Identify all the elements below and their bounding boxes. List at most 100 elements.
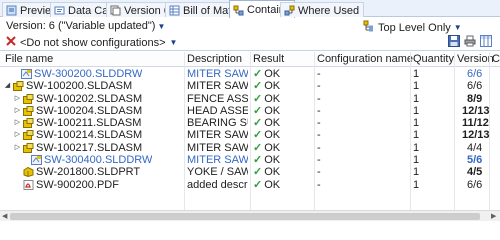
table-row[interactable]: ▷ SW-100217.SLDASM MITER SAW BA... ✓OK -… bbox=[0, 142, 500, 154]
column-file-name[interactable]: File name bbox=[5, 53, 53, 65]
save-icon[interactable] bbox=[448, 35, 460, 47]
columns-icon[interactable] bbox=[480, 35, 492, 47]
tab-where-used[interactable]: Where Used bbox=[280, 2, 365, 17]
version-dropdown[interactable]: Version: 6 ("Variable updated") ▼ bbox=[6, 20, 165, 32]
configuration-cell: - bbox=[317, 117, 321, 130]
scrollbar-thumb[interactable] bbox=[10, 213, 480, 220]
quantity-cell: 1 bbox=[413, 154, 420, 167]
version-cell: 4/5 bbox=[467, 166, 483, 179]
table-row[interactable]: SW-201800.SLDPRT YOKE / SAW PIV... ✓OK -… bbox=[0, 166, 500, 178]
file-name: SW-100217.SLDASM bbox=[36, 141, 143, 154]
table-row[interactable]: ▷ SW-100214.SLDASM MITER SAW TA... ✓OK -… bbox=[0, 129, 500, 141]
file-name: SW-100204.SLDASM bbox=[36, 104, 143, 117]
description-cell: MITER SAW ASS... bbox=[187, 68, 248, 80]
assembly-file-icon bbox=[23, 142, 34, 153]
result-cell: ✓ OK bbox=[253, 154, 280, 166]
description-cell: MITER SAW TA... bbox=[187, 129, 248, 142]
expand-icon[interactable]: ▷ bbox=[14, 129, 21, 141]
result-text: OK bbox=[264, 154, 281, 167]
scroll-left-icon[interactable]: ◀ bbox=[2, 212, 7, 220]
configuration-dropdown[interactable]: <Do not show configurations> ▼ bbox=[6, 36, 177, 49]
column-extra[interactable]: Ch bbox=[492, 53, 500, 65]
description-cell: FENCE ASSEMB... bbox=[187, 92, 248, 105]
table-row[interactable]: SW-900200.PDF added descripti... ✓OK - 1… bbox=[0, 179, 500, 191]
view-mode-dropdown[interactable]: Top Level Only ▼ bbox=[363, 20, 462, 35]
table-row[interactable]: SW-300400.SLDDRW MITER SAW ASS... ✓OK - … bbox=[0, 154, 500, 166]
file-name-cell: ▷ SW-100211.SLDASM bbox=[14, 117, 142, 130]
file-name-cell: SW-300400.SLDDRW bbox=[31, 154, 152, 166]
version-icon bbox=[110, 5, 121, 16]
configuration-cell: - bbox=[317, 80, 321, 93]
table-row[interactable]: ◢ SW-100200.SLDASM MITER SAW ASS... ✓OK … bbox=[0, 80, 500, 92]
result-cell: ✓ OK bbox=[253, 105, 280, 117]
result-cell: ✓ OK bbox=[253, 117, 280, 129]
quantity-cell: 1 bbox=[413, 141, 420, 154]
column-configuration[interactable]: Configuration name bbox=[317, 53, 413, 65]
result-text: OK bbox=[264, 92, 281, 105]
table-row[interactable]: ▷ SW-100204.SLDASM HEAD ASSEMBLY ✓OK - 1… bbox=[0, 105, 500, 117]
result-text: OK bbox=[264, 166, 281, 179]
assembly-file-icon bbox=[23, 105, 34, 116]
data-card-icon bbox=[54, 5, 65, 16]
expand-icon[interactable]: ▷ bbox=[14, 93, 21, 105]
quantity-cell: 1 bbox=[413, 92, 420, 105]
expand-collapse-icon[interactable]: ◢ bbox=[4, 80, 11, 92]
file-name-cell: ◢ SW-100200.SLDASM bbox=[4, 80, 132, 92]
file-name: SW-100214.SLDASM bbox=[36, 129, 143, 142]
version-cell: 12/13 bbox=[462, 129, 490, 142]
pdf-file-icon bbox=[23, 179, 34, 190]
table-row[interactable]: ▷ SW-100211.SLDASM BEARING SUPP... ✓OK -… bbox=[0, 117, 500, 129]
quantity-cell: 1 bbox=[413, 68, 420, 80]
configuration-cell: - bbox=[317, 154, 321, 167]
result-text: OK bbox=[264, 129, 281, 142]
assembly-file-icon bbox=[13, 81, 24, 92]
file-name-cell: SW-201800.SLDPRT bbox=[23, 166, 140, 178]
chevron-down-icon: ▼ bbox=[169, 38, 178, 47]
check-icon: ✓ bbox=[253, 92, 263, 105]
file-name: SW-300400.SLDDRW bbox=[44, 154, 153, 167]
file-name: SW-100211.SLDASM bbox=[36, 117, 142, 130]
version-cell: 11/12 bbox=[462, 117, 489, 130]
file-name: SW-100202.SLDASM bbox=[36, 92, 143, 105]
result-text: OK bbox=[264, 104, 281, 117]
result-text: OK bbox=[264, 117, 281, 130]
scroll-right-icon[interactable]: ▶ bbox=[491, 212, 496, 220]
tab-strip: Preview Data Card Version 6/6 Bill of Ma… bbox=[0, 0, 500, 18]
version-cell: 6/6 bbox=[467, 68, 483, 80]
result-cell: ✓ OK bbox=[253, 80, 280, 92]
description-cell: MITER SAW ASS... bbox=[187, 80, 248, 93]
file-name-cell: SW-900200.PDF bbox=[23, 179, 119, 191]
result-cell: ✓ OK bbox=[253, 68, 280, 80]
expand-icon[interactable]: ▷ bbox=[14, 142, 21, 154]
file-name-cell: SW-300200.SLDDRW bbox=[21, 68, 142, 80]
file-name-cell: ▷ SW-100214.SLDASM bbox=[14, 129, 142, 141]
toolbar: Version: 6 ("Variable updated") ▼ <Do no… bbox=[0, 18, 500, 51]
quantity-cell: 1 bbox=[413, 166, 420, 179]
result-text: OK bbox=[264, 178, 281, 191]
quantity-cell: 1 bbox=[413, 80, 420, 93]
where-used-icon bbox=[284, 5, 295, 16]
column-quantity[interactable]: Quantity bbox=[413, 53, 454, 65]
version-cell: 5/6 bbox=[467, 154, 483, 167]
expand-icon[interactable]: ▷ bbox=[14, 105, 21, 117]
configuration-label: <Do not show configurations> bbox=[20, 36, 166, 49]
table-row[interactable]: ▷ SW-100202.SLDASM FENCE ASSEMB... ✓OK -… bbox=[0, 93, 500, 105]
drawing-file-icon bbox=[21, 69, 32, 79]
print-icon[interactable] bbox=[464, 35, 476, 47]
toolbar-actions bbox=[448, 35, 492, 47]
configuration-cell: - bbox=[317, 129, 321, 142]
description-cell: MITER SAW BA... bbox=[187, 141, 248, 154]
description-cell: added descripti... bbox=[187, 178, 248, 191]
table-row[interactable]: SW-300200.SLDDRW MITER SAW ASS... ✓OK - … bbox=[0, 68, 500, 80]
horizontal-scrollbar[interactable]: ◀ ▶ bbox=[0, 210, 500, 221]
description-cell: YOKE / SAW PIV... bbox=[187, 166, 248, 179]
check-icon: ✓ bbox=[253, 166, 263, 179]
column-result[interactable]: Result bbox=[253, 53, 284, 65]
result-text: OK bbox=[264, 68, 281, 80]
file-tree-table: SW-300200.SLDDRW MITER SAW ASS... ✓OK - … bbox=[0, 68, 500, 191]
column-description[interactable]: Description bbox=[187, 53, 242, 65]
expand-icon[interactable]: ▷ bbox=[14, 117, 21, 129]
hide-configurations-icon bbox=[6, 36, 16, 49]
chevron-down-icon: ▼ bbox=[157, 21, 166, 31]
chevron-down-icon: ▼ bbox=[453, 23, 462, 32]
